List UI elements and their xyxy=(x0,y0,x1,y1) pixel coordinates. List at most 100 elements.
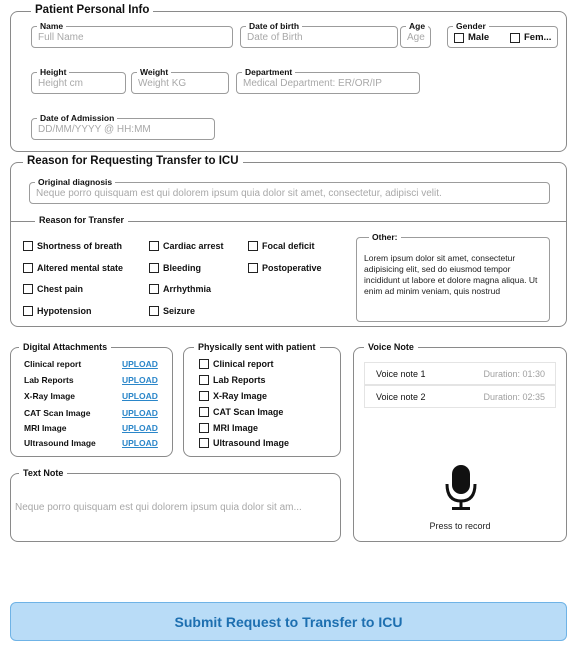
checkbox[interactable] xyxy=(149,263,159,273)
physical-mri[interactable]: MRI Image xyxy=(199,423,258,433)
reason-label: Focal deficit xyxy=(262,241,315,251)
checkbox[interactable] xyxy=(248,263,258,273)
press-to-record-label: Press to record xyxy=(429,521,491,531)
original-diagnosis-field[interactable]: Original diagnosis xyxy=(29,177,550,204)
reason-label: Postoperative xyxy=(262,263,322,273)
voice-note-name: Voice note 2 xyxy=(376,392,426,402)
reason-postoperative[interactable]: Postoperative xyxy=(248,263,322,273)
submit-button-label: Submit Request to Transfer to ICU xyxy=(174,613,403,630)
physical-lab-reports[interactable]: Lab Reports xyxy=(199,375,266,385)
date-of-admission-input[interactable] xyxy=(38,124,210,135)
reason-seizure[interactable]: Seizure xyxy=(149,306,195,316)
upload-clinical-report-link[interactable]: UPLOAD xyxy=(122,359,158,369)
date-of-birth-field[interactable]: Date of birth xyxy=(240,21,398,48)
reason-label: Bleeding xyxy=(163,263,202,273)
text-note-input[interactable]: Neque porro quisquam est qui dolorem ips… xyxy=(15,502,336,513)
checkbox[interactable] xyxy=(199,438,209,448)
department-field[interactable]: Department xyxy=(236,67,420,94)
upload-lab-reports-link[interactable]: UPLOAD xyxy=(122,375,158,385)
reason-cardiac-arrest[interactable]: Cardiac arrest xyxy=(149,241,224,251)
patient-personal-info-title: Patient Personal Info xyxy=(31,4,154,16)
reason-label: Chest pain xyxy=(37,284,84,294)
reason-for-transfer-label: Reason for Transfer xyxy=(35,215,129,225)
checkbox[interactable] xyxy=(23,284,33,294)
voice-note-title: Voice Note xyxy=(364,342,418,352)
checkbox[interactable] xyxy=(23,241,33,251)
checkbox[interactable] xyxy=(199,423,209,433)
physical-item-label: X-Ray Image xyxy=(213,391,268,401)
age-field[interactable]: Age xyxy=(400,21,431,48)
other-reason-label: Other: xyxy=(369,232,401,242)
checkbox[interactable] xyxy=(149,241,159,251)
submit-transfer-button[interactable]: Submit Request to Transfer to ICU xyxy=(10,602,567,641)
physical-clinical-report[interactable]: Clinical report xyxy=(199,359,274,369)
upload-ultrasound-link[interactable]: UPLOAD xyxy=(122,438,158,448)
reason-chest-pain[interactable]: Chest pain xyxy=(23,284,83,294)
physical-item-label: CAT Scan Image xyxy=(213,407,284,417)
microphone-icon[interactable] xyxy=(442,464,480,512)
text-note-section[interactable]: Text Note Neque porro quisquam est qui d… xyxy=(10,468,341,542)
checkbox[interactable] xyxy=(248,241,258,251)
reason-focal-deficit[interactable]: Focal deficit xyxy=(248,241,315,251)
department-input[interactable] xyxy=(243,78,415,89)
reason-shortness-of-breath[interactable]: Shortness of breath xyxy=(23,241,122,251)
age-input[interactable] xyxy=(407,32,426,43)
voice-note-duration: Duration: 01:30 xyxy=(483,369,545,379)
physical-x-ray[interactable]: X-Ray Image xyxy=(199,391,267,401)
department-label: Department xyxy=(242,67,296,77)
name-field[interactable]: Name xyxy=(31,21,233,48)
gender-label: Gender xyxy=(453,21,489,31)
voice-note-item[interactable]: Voice note 1 Duration: 01:30 xyxy=(364,362,556,385)
name-label: Name xyxy=(37,21,67,31)
reason-arrhythmia[interactable]: Arrhythmia xyxy=(149,284,211,294)
original-diagnosis-input[interactable] xyxy=(36,188,545,199)
date-of-admission-field[interactable]: Date of Admission xyxy=(31,113,215,140)
upload-mri-link[interactable]: UPLOAD xyxy=(122,423,158,433)
voice-note-section: Voice Note Voice note 1 Duration: 01:30 … xyxy=(353,342,567,542)
checkbox[interactable] xyxy=(199,391,209,401)
other-reason-text[interactable]: Lorem ipsum dolor sit amet, consectetur … xyxy=(364,253,543,297)
upload-x-ray-link[interactable]: UPLOAD xyxy=(122,391,158,401)
other-reason-field[interactable]: Other: Lorem ipsum dolor sit amet, conse… xyxy=(356,232,550,322)
upload-cat-scan-link[interactable]: UPLOAD xyxy=(122,408,158,418)
attachment-ultrasound-label: Ultrasound Image xyxy=(24,438,96,448)
gender-male-option[interactable]: Male xyxy=(454,32,489,43)
digital-attachments-title: Digital Attachments xyxy=(19,342,112,352)
record-button[interactable] xyxy=(442,464,480,512)
voice-note-duration: Duration: 02:35 xyxy=(483,392,545,402)
gender-female-option[interactable]: Fem... xyxy=(510,32,551,43)
voice-note-item[interactable]: Voice note 2 Duration: 02:35 xyxy=(364,385,556,408)
weight-field[interactable]: Weight xyxy=(131,67,229,94)
reason-altered-mental-state[interactable]: Altered mental state xyxy=(23,263,123,273)
female-checkbox[interactable] xyxy=(510,32,520,43)
checkbox[interactable] xyxy=(199,375,209,385)
height-input[interactable] xyxy=(38,78,121,89)
checkbox[interactable] xyxy=(199,359,209,369)
weight-input[interactable] xyxy=(138,78,224,89)
transfer-reason-section: Reason for Requesting Transfer to ICU Or… xyxy=(10,155,567,327)
height-field[interactable]: Height xyxy=(31,67,126,94)
physical-item-label: Clinical report xyxy=(213,359,274,369)
date-of-birth-input[interactable] xyxy=(247,32,393,43)
patient-personal-info-section: Patient Personal Info Name Date of birth… xyxy=(10,4,567,152)
reason-hypotension[interactable]: Hypotension xyxy=(23,306,92,316)
weight-label: Weight xyxy=(137,67,172,77)
physical-ultrasound[interactable]: Ultrasound Image xyxy=(199,438,289,448)
reason-bleeding[interactable]: Bleeding xyxy=(149,263,201,273)
attachment-mri-label: MRI Image xyxy=(24,423,67,433)
reason-label: Cardiac arrest xyxy=(163,241,224,251)
checkbox[interactable] xyxy=(23,263,33,273)
voice-note-name: Voice note 1 xyxy=(376,369,426,379)
transfer-reason-title: Reason for Requesting Transfer to ICU xyxy=(23,155,243,167)
checkbox[interactable] xyxy=(149,284,159,294)
male-checkbox[interactable] xyxy=(454,32,464,43)
physically-sent-section: Physically sent with patient Clinical re… xyxy=(183,342,341,457)
checkbox[interactable] xyxy=(199,407,209,417)
reason-label: Shortness of breath xyxy=(37,241,123,251)
date-of-birth-label: Date of birth xyxy=(246,21,303,31)
checkbox[interactable] xyxy=(23,306,33,316)
physical-cat-scan[interactable]: CAT Scan Image xyxy=(199,407,283,417)
name-input[interactable] xyxy=(38,32,228,43)
attachment-cat-scan-label: CAT Scan Image xyxy=(24,408,91,418)
checkbox[interactable] xyxy=(149,306,159,316)
